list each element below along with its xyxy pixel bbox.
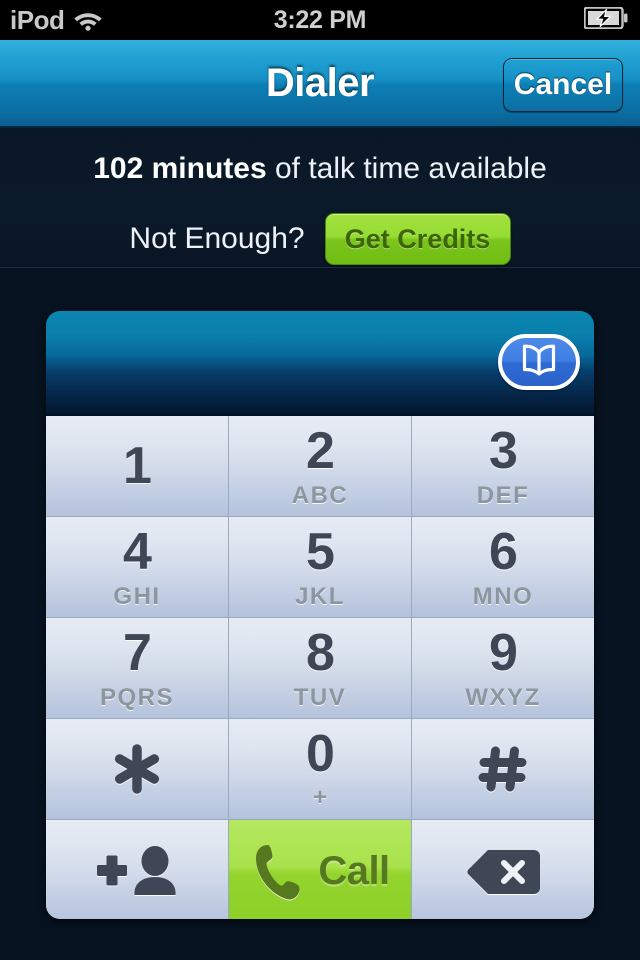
key-1-digit: 1 <box>123 437 152 495</box>
battery-charging-icon <box>583 5 628 34</box>
get-credits-button[interactable]: Get Credits <box>324 213 511 265</box>
key-9-digit: 9 <box>489 623 518 682</box>
address-book-icon <box>516 343 562 382</box>
credits-banner: 102 minutes of talk time available Not E… <box>0 128 640 268</box>
talk-time-status: 102 minutes of talk time available <box>0 152 640 186</box>
key-7[interactable]: 7 PQRS <box>46 618 228 718</box>
backspace-button[interactable] <box>412 820 594 919</box>
key-7-digit: 7 <box>123 623 152 682</box>
not-enough-label: Not Enough? <box>129 222 305 255</box>
key-6[interactable]: 6 MNO <box>412 517 594 617</box>
key-3[interactable]: 3 DEF <box>412 416 594 516</box>
key-1[interactable]: 1 <box>46 416 228 516</box>
dialer-screen: iPod 3:22 PM Dialer Cancel 102 minutes o… <box>0 0 640 960</box>
asterisk-icon <box>108 740 166 798</box>
key-9[interactable]: 9 WXYZ <box>412 618 594 718</box>
key-7-letters: PQRS <box>99 683 174 711</box>
key-2-letters: ABC <box>291 481 349 509</box>
key-8[interactable]: 8 TUV <box>229 618 411 718</box>
add-contact-button[interactable] <box>46 820 228 919</box>
status-bar: iPod 3:22 PM <box>0 0 640 40</box>
status-time: 3:22 PM <box>273 5 367 34</box>
contacts-button[interactable] <box>498 334 580 390</box>
key-4-digit: 4 <box>123 522 152 581</box>
key-5[interactable]: 5 JKL <box>229 517 411 617</box>
key-0-digit: 0 <box>306 725 335 783</box>
call-button-label: Call <box>318 849 390 893</box>
key-4[interactable]: 4 GHI <box>46 517 228 617</box>
add-person-icon <box>89 842 185 902</box>
key-6-digit: 6 <box>489 522 518 581</box>
navigation-bar: Dialer Cancel <box>0 40 640 128</box>
backspace-delete-icon <box>464 846 542 898</box>
get-credits-row: Not Enough? Get Credits <box>0 213 640 265</box>
key-star[interactable] <box>46 719 228 819</box>
key-8-digit: 8 <box>306 623 335 682</box>
key-3-digit: 3 <box>489 421 518 480</box>
phone-handset-icon <box>250 842 304 902</box>
talk-time-amount: 102 minutes <box>93 152 267 185</box>
keypad: 1 2 ABC 3 DEF 4 GHI 5 JKL 6 MNO 7 PQRS 8… <box>46 416 594 919</box>
dialer-panel: 1 2 ABC 3 DEF 4 GHI 5 JKL 6 MNO 7 PQRS 8… <box>46 311 594 919</box>
call-button[interactable]: Call <box>229 820 411 919</box>
key-9-letters: WXYZ <box>465 683 541 711</box>
key-0-plus: + <box>312 784 327 811</box>
dialed-number-value <box>70 311 474 414</box>
number-display[interactable] <box>46 311 594 416</box>
status-bar-right <box>583 0 628 40</box>
key-6-letters: MNO <box>472 582 534 610</box>
cancel-button[interactable]: Cancel <box>503 58 623 112</box>
talk-time-suffix: of talk time available <box>266 152 547 185</box>
key-0[interactable]: 0 + <box>229 719 411 819</box>
key-pound[interactable] <box>412 719 594 819</box>
key-3-letters: DEF <box>476 481 530 509</box>
key-8-letters: TUV <box>293 683 347 711</box>
key-5-letters: JKL <box>295 582 345 610</box>
key-4-letters: GHI <box>113 582 161 610</box>
key-2[interactable]: 2 ABC <box>229 416 411 516</box>
key-2-digit: 2 <box>306 421 335 480</box>
hash-icon <box>475 741 531 797</box>
key-5-digit: 5 <box>306 522 335 581</box>
